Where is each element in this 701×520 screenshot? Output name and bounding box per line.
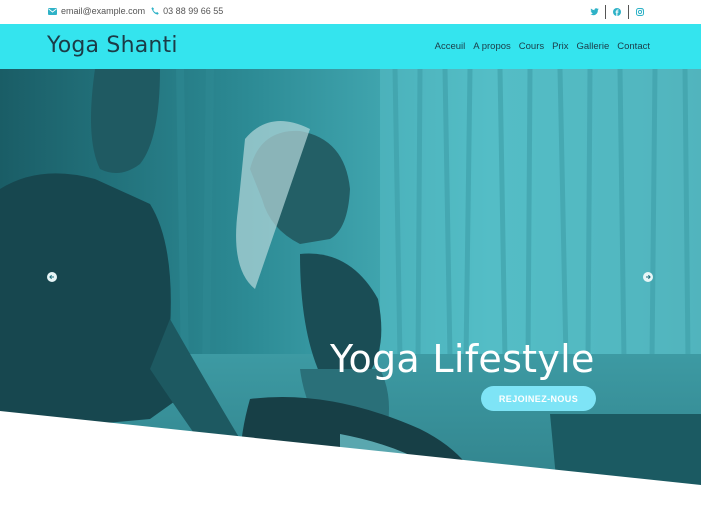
main-nav: Acceuil A propos Cours Prix Gallerie Con…	[427, 41, 650, 52]
nav-item-contact[interactable]: Contact	[617, 41, 650, 52]
hero-image	[0, 69, 701, 520]
top-bar: email@example.com 03 88 99 66 55	[0, 0, 701, 24]
arrow-left-icon[interactable]	[47, 272, 57, 282]
social-links	[583, 5, 651, 19]
facebook-icon[interactable]	[606, 8, 628, 16]
twitter-icon[interactable]	[583, 8, 605, 16]
site-brand[interactable]: Yoga Shanti	[47, 33, 178, 58]
nav-item-acceuil[interactable]: Acceuil	[435, 41, 466, 52]
phone-contact[interactable]: 03 88 99 66 55	[151, 6, 223, 16]
nav-item-a-propos[interactable]: A propos	[473, 41, 511, 52]
contact-info: email@example.com 03 88 99 66 55	[48, 6, 229, 16]
phone-text: 03 88 99 66 55	[163, 6, 224, 16]
phone-icon	[151, 7, 159, 15]
nav-item-gallerie[interactable]: Gallerie	[577, 41, 610, 52]
navbar: Yoga Shanti Acceuil A propos Cours Prix …	[0, 24, 701, 69]
email-contact[interactable]: email@example.com	[48, 6, 145, 16]
envelope-icon	[48, 7, 57, 15]
arrow-right-icon[interactable]	[643, 272, 653, 282]
hero-headline: Yoga Lifestyle	[330, 337, 595, 381]
email-text: email@example.com	[61, 6, 146, 16]
instagram-icon[interactable]	[629, 8, 651, 16]
nav-item-cours[interactable]: Cours	[519, 41, 544, 52]
nav-item-prix[interactable]: Prix	[552, 41, 568, 52]
join-button[interactable]: REJOINEZ-NOUS	[481, 386, 596, 411]
hero-slider: Yoga Lifestyle REJOINEZ-NOUS	[0, 69, 701, 520]
